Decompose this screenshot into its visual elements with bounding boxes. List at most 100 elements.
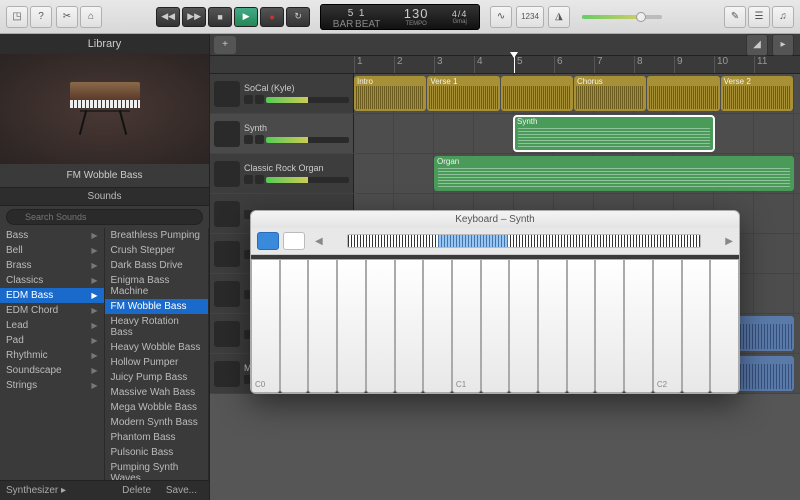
category-item[interactable]: Strings▶ [0, 378, 104, 393]
white-key[interactable] [624, 259, 653, 393]
piano-keyboard[interactable]: C0 C1 C2 [251, 255, 739, 393]
stop-button[interactable]: ■ [208, 7, 232, 27]
region[interactable]: Chorus [574, 76, 646, 111]
preset-item[interactable]: Mega Wobble Bass [105, 400, 209, 415]
loops-icon[interactable]: ☰ [748, 6, 770, 28]
white-key[interactable] [423, 259, 452, 393]
category-item[interactable]: Pad▶ [0, 333, 104, 348]
search-input[interactable] [6, 209, 203, 225]
white-key[interactable] [710, 259, 739, 393]
category-item[interactable]: Rhythmic▶ [0, 348, 104, 363]
white-key[interactable] [509, 259, 538, 393]
notepad-icon[interactable]: ✎ [724, 6, 746, 28]
category-item[interactable]: Brass▶ [0, 258, 104, 273]
cycle-button[interactable]: ↻ [286, 7, 310, 27]
category-column[interactable]: Bass▶Bell▶Brass▶Classics▶EDM Bass▶EDM Ch… [0, 228, 105, 480]
white-key[interactable]: C2 [653, 259, 682, 393]
preset-column[interactable]: Breathless PumpingCrush StepperDark Bass… [105, 228, 210, 480]
white-key[interactable] [481, 259, 510, 393]
category-item[interactable]: Soundscape▶ [0, 363, 104, 378]
automation-icon[interactable]: ◢ [746, 34, 768, 56]
category-item[interactable]: Bass▶ [0, 228, 104, 243]
lcd-display[interactable]: 5 1BAR BEAT 130TEMPO 4/4Gmaj [320, 4, 480, 30]
region[interactable]: Verse 2 [721, 76, 793, 111]
typing-mode-button[interactable] [283, 232, 305, 250]
rewind-button[interactable]: ◀◀ [156, 7, 180, 27]
preset-item[interactable]: Hollow Pumper [105, 355, 209, 370]
white-key[interactable] [595, 259, 624, 393]
track-lane[interactable]: Synth [354, 114, 800, 153]
count-in-button[interactable]: 1234 [516, 6, 544, 28]
preset-item[interactable]: FM Wobble Bass [105, 299, 209, 314]
preset-item[interactable]: Pulsonic Bass [105, 445, 209, 460]
category-item[interactable]: Bell▶ [0, 243, 104, 258]
mute-button[interactable] [244, 135, 253, 144]
volume-meter[interactable] [266, 97, 349, 103]
white-key[interactable]: C1 [452, 259, 481, 393]
preset-item[interactable]: Juicy Pump Bass [105, 370, 209, 385]
add-track-button[interactable]: + [214, 36, 236, 54]
metronome-icon[interactable]: ◮ [548, 6, 570, 28]
region[interactable]: Organ [434, 156, 794, 191]
white-key[interactable]: C0 [251, 259, 280, 393]
preset-item[interactable]: Phantom Bass [105, 430, 209, 445]
preset-item[interactable]: Crush Stepper [105, 243, 209, 258]
region[interactable]: Synth [514, 116, 714, 151]
library-toggle-icon[interactable]: ◳ [6, 6, 28, 28]
preset-item[interactable]: Massive Wah Bass [105, 385, 209, 400]
category-item[interactable]: Classics▶ [0, 273, 104, 288]
media-icon[interactable]: ♫ [772, 6, 794, 28]
track-row[interactable]: SoCal (Kyle)IntroVerse 1ChorusVerse 2 [210, 74, 800, 114]
preset-item[interactable]: Enigma Bass Machine [105, 273, 209, 299]
white-key[interactable] [682, 259, 711, 393]
category-item[interactable]: EDM Bass▶ [0, 288, 104, 303]
track-lane[interactable]: Organ [354, 154, 800, 193]
category-item[interactable]: Lead▶ [0, 318, 104, 333]
delete-button[interactable]: Delete [116, 483, 157, 498]
preset-item[interactable]: Heavy Rotation Bass [105, 314, 209, 340]
snap-icon[interactable]: ⌂ [80, 6, 102, 28]
sounds-tab[interactable]: Sounds [0, 187, 209, 206]
timeline-ruler[interactable]: 1234567891011 [354, 56, 800, 74]
region[interactable]: Intro [354, 76, 426, 111]
play-button[interactable]: ▶ [234, 7, 258, 27]
forward-button[interactable]: ▶▶ [182, 7, 206, 27]
keyboard-range-strip[interactable] [347, 234, 702, 248]
mute-button[interactable] [244, 95, 253, 104]
region[interactable] [647, 76, 719, 111]
track-lane[interactable]: IntroVerse 1 Chorus Verse 2 [354, 74, 800, 113]
volume-meter[interactable] [266, 137, 349, 143]
white-key[interactable] [280, 259, 309, 393]
white-key[interactable] [337, 259, 366, 393]
keyboard-window-title: Keyboard – Synth [251, 211, 739, 228]
track-row[interactable]: Classic Rock OrganOrgan [210, 154, 800, 194]
solo-button[interactable] [255, 95, 264, 104]
tuner-icon[interactable]: ∿ [490, 6, 512, 28]
save-button[interactable]: Save... [160, 483, 203, 498]
preset-item[interactable]: Pumping Synth Waves [105, 460, 209, 480]
white-key[interactable] [538, 259, 567, 393]
preset-item[interactable]: Modern Synth Bass [105, 415, 209, 430]
catch-icon[interactable]: ▸ [772, 34, 794, 56]
white-key[interactable] [567, 259, 596, 393]
solo-button[interactable] [255, 175, 264, 184]
master-volume-slider[interactable] [582, 15, 662, 19]
preset-item[interactable]: Heavy Wobble Bass [105, 340, 209, 355]
scissors-icon[interactable]: ✂ [56, 6, 78, 28]
region[interactable] [501, 76, 573, 111]
track-row[interactable]: SynthSynth [210, 114, 800, 154]
solo-button[interactable] [255, 135, 264, 144]
white-key[interactable] [308, 259, 337, 393]
region[interactable]: Verse 1 [427, 76, 499, 111]
preset-item[interactable]: Breathless Pumping [105, 228, 209, 243]
keyboard-mode-button[interactable] [257, 232, 279, 250]
volume-meter[interactable] [266, 177, 349, 183]
record-button[interactable]: ● [260, 7, 284, 27]
mute-button[interactable] [244, 175, 253, 184]
preset-item[interactable]: Dark Bass Drive [105, 258, 209, 273]
category-item[interactable]: EDM Chord▶ [0, 303, 104, 318]
musical-typing-window[interactable]: Keyboard – Synth ◀ ▶ C0C1C2 [250, 210, 740, 394]
help-icon[interactable]: ? [30, 6, 52, 28]
white-key[interactable] [395, 259, 424, 393]
white-key[interactable] [366, 259, 395, 393]
